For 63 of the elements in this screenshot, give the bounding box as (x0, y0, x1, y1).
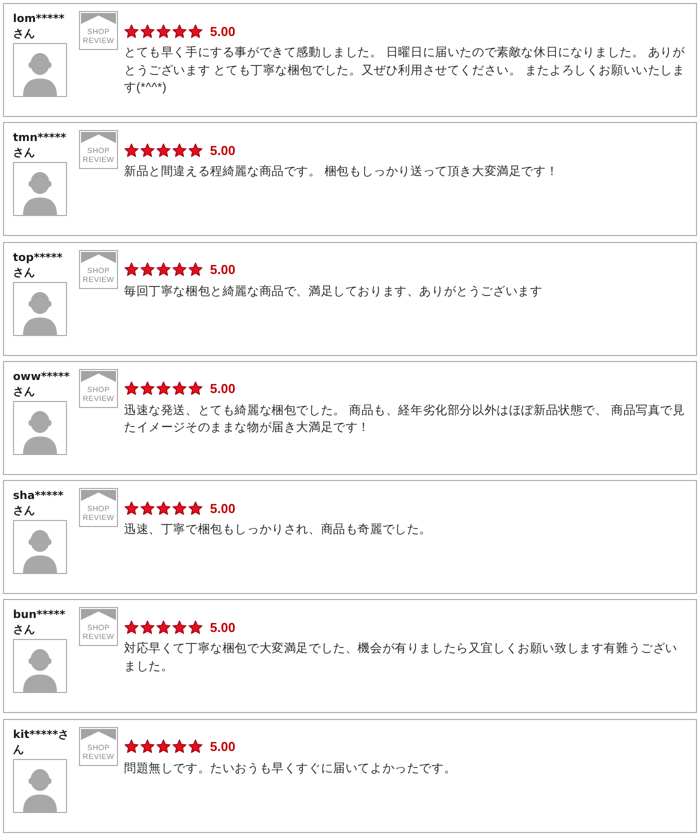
star-icon (172, 262, 187, 278)
reviewer-name: sha*****さん (13, 488, 65, 518)
avatar-silhouette-icon (13, 43, 67, 97)
star-icon (188, 620, 203, 635)
star-icon (124, 24, 139, 38)
reviewer-name: bun*****さん (13, 607, 66, 638)
star-icon (156, 381, 171, 396)
rating-score: 5.00 (210, 262, 236, 278)
reviewer-name: oww*****さん (13, 368, 70, 399)
review-comment: 迅速、丁寧で梱包もしっかりされ、商品も奇麗でした。 (124, 521, 432, 538)
star-icon (124, 262, 139, 278)
star-icon (188, 739, 203, 754)
star-icon (140, 24, 155, 38)
star-icon (140, 381, 155, 396)
star-icon (140, 500, 155, 516)
avatar-silhouette-icon (13, 162, 67, 216)
star-icon (156, 500, 171, 516)
rating-score: 5.00 (210, 739, 236, 754)
reviewer-name: top*****さん (13, 250, 64, 280)
star-icon (156, 739, 171, 754)
star-icon (124, 739, 139, 754)
review-comment: 対応早くて丁寧な梱包で大変満足でした、機会が有りましたら又宜しくお願い致します有難うございました。 (124, 640, 678, 675)
review-comment: 問題無しです。たいおうも早くすぐに届いてよかったです。 (124, 760, 458, 777)
rating-score: 5.00 (210, 142, 236, 158)
star-icon (140, 620, 155, 635)
star-icon (188, 262, 203, 278)
star-icon (156, 24, 171, 38)
star-icon (140, 142, 155, 158)
star-icon (188, 500, 203, 516)
star-icon (172, 500, 187, 516)
star-icon (124, 500, 139, 516)
star-icon (140, 262, 155, 278)
avatar-silhouette-icon (13, 639, 67, 694)
star-icon (124, 381, 139, 396)
review-comment: とても早く手にする事ができて感動しました。 日曜日に届いたので素敵な休日になりました。 ありがとうございます とても丁寧な梱包でした。又ぜひ利用させてください。 またよろしくお願いいたします(*^^*) (124, 44, 686, 96)
avatar-silhouette-icon (13, 282, 67, 336)
rating-score: 5.00 (210, 620, 236, 635)
review-comment: 毎回丁寧な梱包と綺麗な商品で、満足しております、ありがとうございます (124, 282, 544, 300)
avatar-silhouette-icon (13, 758, 67, 813)
star-icon (188, 142, 203, 158)
star-icon (124, 620, 139, 635)
review-comment: 迅速な発送、とても綺麗な梱包でした。 商品も、経年劣化部分以外はほぼ新品状態で、 商品写真で見たイメージそのままな物が届き大満足です！ (124, 402, 686, 436)
reviewer-name: lom*****さん (13, 11, 66, 41)
star-icon (188, 24, 203, 38)
reviewer-name: tmn*****さん (13, 130, 68, 160)
star-icon (140, 739, 155, 754)
star-icon (172, 381, 187, 396)
star-icon (124, 142, 139, 158)
star-icon (156, 620, 171, 635)
star-icon (172, 142, 187, 158)
star-icon (188, 381, 203, 396)
review-comment: 新品と間違える程綺麗な商品です。 梱包もしっかり送って頂き大変満足です！ (124, 163, 560, 180)
star-icon (172, 739, 187, 754)
avatar-silhouette-icon (13, 400, 67, 455)
reviewer-name: kit*****さん (13, 726, 70, 757)
avatar-silhouette-icon (13, 520, 67, 574)
rating-score: 5.00 (210, 500, 236, 516)
star-icon (156, 142, 171, 158)
star-icon (172, 620, 187, 635)
star-icon (172, 24, 187, 38)
rating-score: 5.00 (210, 381, 236, 396)
star-icon (156, 262, 171, 278)
rating-score: 5.00 (210, 24, 236, 38)
